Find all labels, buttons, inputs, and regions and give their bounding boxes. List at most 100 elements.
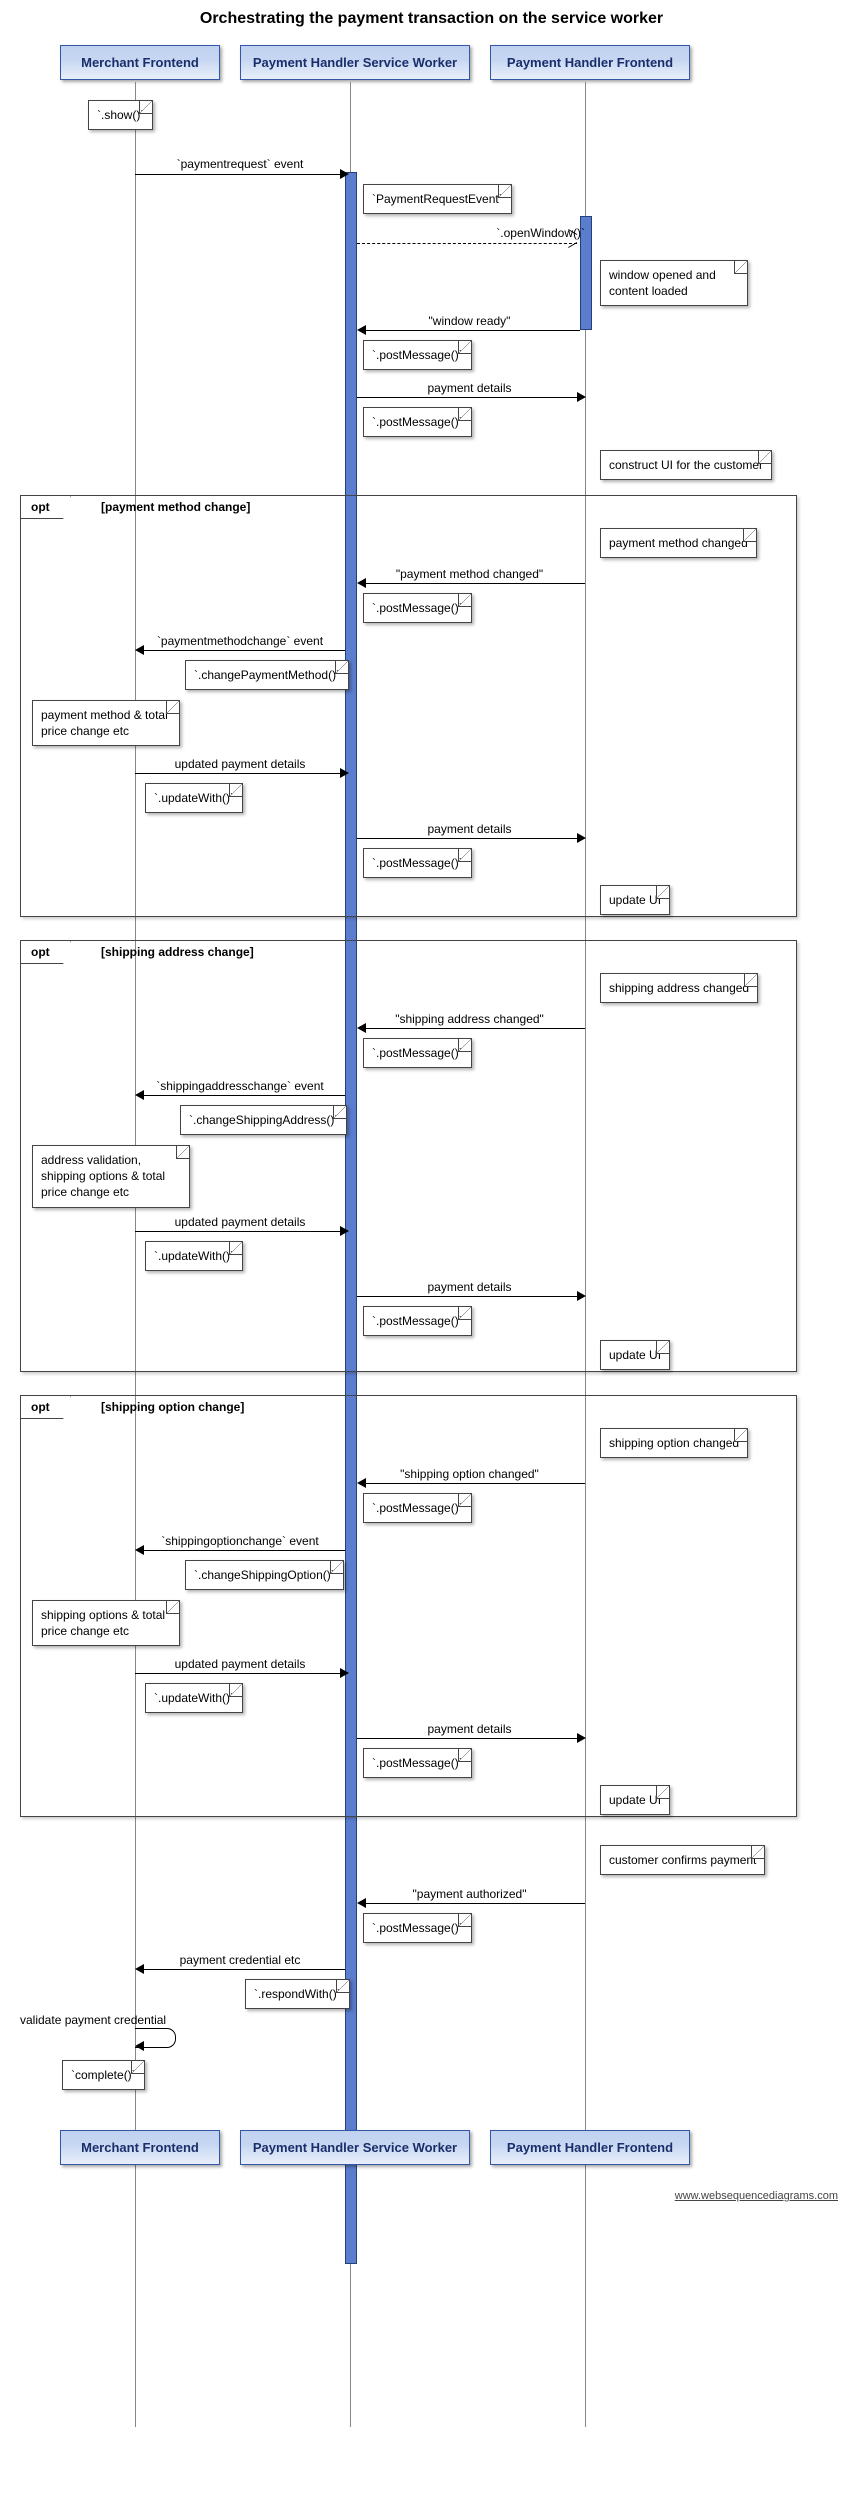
msg-opt-change-event: `shippingoptionchange` event <box>135 1534 345 1548</box>
arrow-addr-event <box>143 1095 345 1096</box>
arrowhead <box>577 392 586 402</box>
arrow-ud-3 <box>135 1673 340 1674</box>
note-pm-changed: payment method changed <box>600 528 757 558</box>
note-postmessage-4: `.postMessage()` <box>363 848 472 878</box>
msg-updated-details-1: updated payment details <box>135 757 345 771</box>
msg-addr-change-event: `shippingaddresschange` event <box>135 1079 345 1093</box>
arrowhead <box>135 1090 144 1100</box>
opt-keyword: opt <box>21 496 71 519</box>
note-opt-changed: shipping option changed <box>600 1428 748 1458</box>
msg-window-ready: "window ready" <box>357 314 582 328</box>
note-postmessage-9: `.postMessage()` <box>363 1913 472 1943</box>
note-merchant-addr: address validation, shipping options & t… <box>32 1145 190 1208</box>
footer-link[interactable]: www.websequencediagrams.com <box>675 2190 838 2202</box>
note-update-ui-3: update UI <box>600 1785 670 1815</box>
arrow-pm-changed <box>365 583 585 584</box>
arrowhead <box>577 1733 586 1743</box>
note-merchant-pm: payment method & total price change etc <box>32 700 180 746</box>
opt-keyword: opt <box>21 941 71 964</box>
note-show: `.show()` <box>88 100 153 130</box>
arrowhead <box>340 1226 349 1236</box>
msg-addr-changed: "shipping address changed" <box>357 1012 582 1026</box>
sequence-diagram: Orchestrating the payment transaction on… <box>0 0 863 2519</box>
msg-pm-change-event: `paymentmethodchange` event <box>135 634 345 648</box>
note-change-pm: `.changePaymentMethod()` <box>185 660 349 690</box>
note-change-addr: `.changeShippingAddress()` <box>180 1105 347 1135</box>
note-postmessage-1: `.postMessage()` <box>363 340 472 370</box>
opt-cond-addr: [shipping address change] <box>101 945 254 959</box>
arrowhead <box>577 833 586 843</box>
arrow-pd-1 <box>357 397 577 398</box>
arrow-window-ready <box>365 330 580 331</box>
note-postmessage-3: `.postMessage()` <box>363 593 472 623</box>
note-merchant-opt: shipping options & total price change et… <box>32 1600 180 1646</box>
participant-merchant-bottom: Merchant Frontend <box>60 2130 220 2165</box>
note-postmessage-6: `.postMessage()` <box>363 1306 472 1336</box>
arrowhead <box>135 2041 144 2051</box>
msg-updated-details-2: updated payment details <box>135 1215 345 1229</box>
msg-validate: validate payment credential <box>20 2013 166 2027</box>
note-payment-request-event: `PaymentRequestEvent` <box>363 184 512 214</box>
msg-payment-details-3: payment details <box>357 1280 582 1294</box>
opt-keyword: opt <box>21 1396 71 1419</box>
opt-cond-pm: [payment method change] <box>101 500 250 514</box>
note-customer-confirms: customer confirms payment <box>600 1845 765 1875</box>
arrowhead <box>357 1478 366 1488</box>
msg-paymentrequest: `paymentrequest` event <box>135 157 345 171</box>
note-respond-with: `.respondWith()` <box>245 1979 350 2009</box>
arrow-opt-changed <box>365 1483 585 1484</box>
arrow-ud-1 <box>135 773 340 774</box>
note-postmessage-2: `.postMessage()` <box>363 407 472 437</box>
arrowhead <box>340 768 349 778</box>
arrow-addr-changed <box>365 1028 585 1029</box>
msg-updated-details-3: updated payment details <box>135 1657 345 1671</box>
arrowhead <box>135 1545 144 1555</box>
msg-payment-details-1: payment details <box>357 381 582 395</box>
note-postmessage-5: `.postMessage()` <box>363 1038 472 1068</box>
msg-payment-details-4: payment details <box>357 1722 582 1736</box>
arrowhead <box>135 645 144 655</box>
arrowhead <box>357 578 366 588</box>
participant-fe-top: Payment Handler Frontend <box>490 45 690 80</box>
note-postmessage-7: `.postMessage()` <box>363 1493 472 1523</box>
arrowhead <box>357 1898 366 1908</box>
note-complete: `complete()` <box>62 2060 145 2090</box>
participant-sw-top: Payment Handler Service Worker <box>240 45 470 80</box>
msg-pm-changed: "payment method changed" <box>357 567 582 581</box>
arrow-authorized <box>365 1903 585 1904</box>
opt-cond-opt: [shipping option change] <box>101 1400 244 1414</box>
arrow-pd-3 <box>357 1296 577 1297</box>
arrow-pd-2 <box>357 838 577 839</box>
arrowhead <box>135 1964 144 1974</box>
diagram-title: Orchestrating the payment transaction on… <box>0 10 863 28</box>
msg-payment-credential: payment credential etc <box>135 1953 345 1967</box>
arrow-opt-event <box>143 1550 345 1551</box>
arrowhead <box>340 169 349 179</box>
arrow-pm-event <box>143 650 345 651</box>
participant-merchant-top: Merchant Frontend <box>60 45 220 80</box>
note-updatewith-3: `.updateWith()` <box>145 1683 243 1713</box>
arrowhead <box>357 325 366 335</box>
msg-open-window: `.openWindow()` <box>355 226 585 240</box>
note-updatewith-1: `.updateWith()` <box>145 783 243 813</box>
note-construct-ui: construct UI for the customer <box>600 450 772 480</box>
arrow-credential <box>143 1969 345 1970</box>
note-change-opt: `.changeShippingOption()` <box>185 1560 344 1590</box>
note-postmessage-8: `.postMessage()` <box>363 1748 472 1778</box>
msg-payment-details-2: payment details <box>357 822 582 836</box>
participant-fe-bottom: Payment Handler Frontend <box>490 2130 690 2165</box>
participant-sw-bottom: Payment Handler Service Worker <box>240 2130 470 2165</box>
arrow-paymentrequest <box>135 174 340 175</box>
note-window-opened: window opened and content loaded <box>600 260 748 306</box>
arrowhead <box>340 1668 349 1678</box>
arrow-open-window <box>357 243 577 244</box>
note-update-ui-2: update UI <box>600 1340 670 1370</box>
note-updatewith-2: `.updateWith()` <box>145 1241 243 1271</box>
msg-payment-authorized: "payment authorized" <box>357 1887 582 1901</box>
arrow-ud-2 <box>135 1231 340 1232</box>
note-addr-changed: shipping address changed <box>600 973 758 1003</box>
arrowhead <box>577 1291 586 1301</box>
arrowhead <box>357 1023 366 1033</box>
note-update-ui-1: update UI <box>600 885 670 915</box>
arrow-pd-4 <box>357 1738 577 1739</box>
